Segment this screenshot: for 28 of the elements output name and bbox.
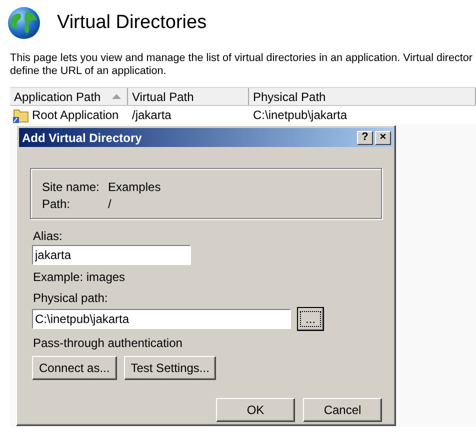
physical-path-field[interactable]: C:\inetpub\jakarta [32, 309, 291, 329]
close-button[interactable]: × [375, 130, 391, 144]
table-cell: Root Application [32, 108, 119, 122]
browse-button[interactable]: ... [297, 307, 324, 331]
authentication-label: Pass-through authentication [32, 336, 184, 350]
dialog-button[interactable]: OK [216, 398, 295, 422]
help-button[interactable]: ? [357, 130, 373, 144]
example-text: Example: images [32, 270, 126, 284]
info-value: / [108, 196, 112, 210]
dialog-button[interactable]: Connect as... [32, 356, 117, 380]
info-label: Site name: [42, 180, 100, 194]
globe-icon [7, 6, 41, 40]
column-header[interactable]: Virtual Path [128, 88, 249, 105]
alias-label: Alias: [32, 229, 64, 243]
table-cell: C:\inetpub\jakarta [253, 108, 348, 122]
info-label: Path: [42, 196, 72, 210]
description-text: define the URL of an application. [10, 65, 168, 78]
description-text: This page lets you view and manage the list of virtual directories in an application. Virtual director [10, 52, 474, 65]
column-header[interactable]: Physical Path [249, 88, 476, 105]
table-cell: /jakarta [132, 108, 172, 122]
info-value: Examples [108, 180, 161, 194]
dialog-title: Add Virtual Directory [22, 130, 142, 144]
dialog-button[interactable]: Cancel [303, 398, 382, 422]
dialog-button[interactable]: Test Settings... [124, 356, 216, 380]
physical-path-label: Physical path: [32, 291, 109, 305]
column-header[interactable]: Application Path [10, 88, 128, 105]
page-title: Virtual Directories [57, 12, 207, 34]
alias-field[interactable]: jakarta [32, 245, 191, 265]
